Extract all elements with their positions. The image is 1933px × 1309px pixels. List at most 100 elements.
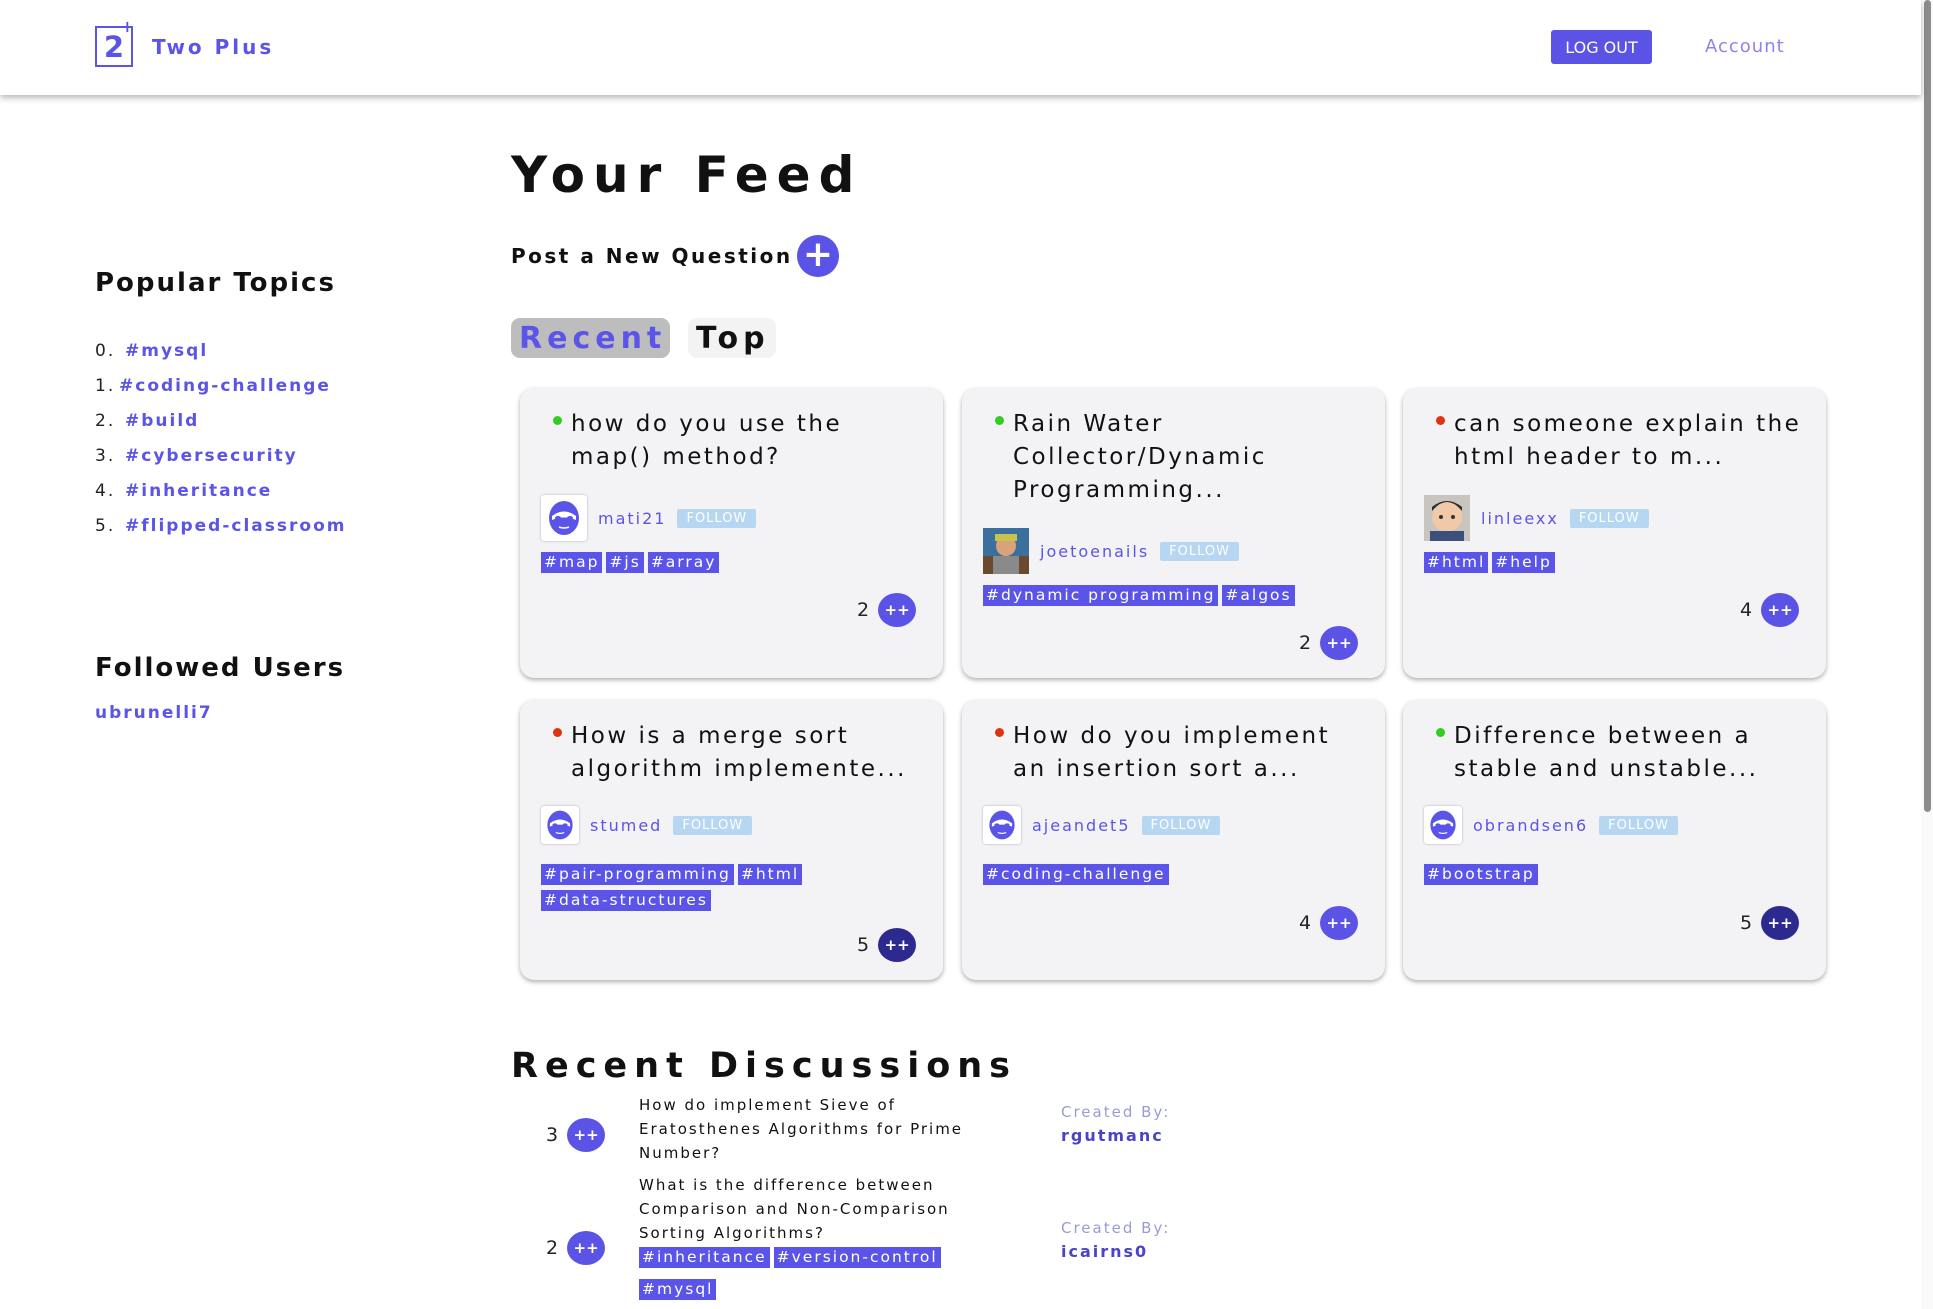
topic-item: 1. #coding-challenge: [95, 368, 346, 403]
topic-link[interactable]: #inheritance: [125, 481, 272, 501]
tag[interactable]: #html: [737, 864, 803, 885]
tag[interactable]: #help: [1492, 552, 1555, 573]
add-question-button[interactable]: +: [797, 235, 839, 277]
vote-control: 4 ++: [1299, 906, 1359, 940]
question-card[interactable]: can someone explain the html header to m…: [1403, 388, 1826, 678]
tag[interactable]: #version-control: [773, 1247, 941, 1268]
vote-count: 4: [1299, 912, 1312, 934]
upvote-button[interactable]: ++: [878, 928, 917, 962]
vote-control: 3 ++: [546, 1118, 606, 1152]
follow-button[interactable]: FOLLOW: [1141, 815, 1221, 835]
tag[interactable]: #dynamic programming: [983, 585, 1219, 606]
question-title[interactable]: How do you implement an insertion sort a…: [1013, 720, 1368, 786]
follow-button[interactable]: FOLLOW: [673, 815, 753, 835]
tab-top[interactable]: Top: [688, 318, 776, 358]
logo-plus: +: [120, 17, 134, 36]
upvote-button[interactable]: ++: [567, 1118, 606, 1152]
tag[interactable]: #bootstrap: [1424, 864, 1538, 885]
creator-link[interactable]: icairns0: [1061, 1242, 1148, 1261]
tag[interactable]: #array: [647, 552, 720, 573]
author-row: mati21 FOLLOW: [541, 495, 757, 541]
upvote-button[interactable]: ++: [878, 593, 917, 627]
tag[interactable]: #algos: [1222, 585, 1295, 606]
discussion-title[interactable]: What is the difference between Compariso…: [639, 1173, 1009, 1245]
author-name[interactable]: mati21: [598, 509, 666, 528]
question-card[interactable]: How is a merge sort algorithm implemente…: [520, 700, 943, 980]
topic-link[interactable]: #coding-challenge: [119, 376, 331, 396]
author-row: stumed FOLLOW: [541, 806, 753, 844]
topic-item: 5. #flipped-classroom: [95, 508, 346, 543]
question-title[interactable]: Rain Water Collector/Dynamic Programming…: [1013, 408, 1368, 507]
question-card[interactable]: Rain Water Collector/Dynamic Programming…: [962, 388, 1385, 678]
topic-number: 0.: [95, 340, 116, 361]
user-photo[interactable]: [1424, 495, 1470, 541]
vote-control: 5 ++: [1740, 906, 1800, 940]
question-card[interactable]: Difference between a stable and unstable…: [1403, 700, 1826, 980]
tag[interactable]: #data-structures: [541, 890, 711, 911]
question-title[interactable]: How is a merge sort algorithm implemente…: [571, 720, 926, 786]
follow-button[interactable]: FOLLOW: [1160, 541, 1239, 561]
top-nav-bar: 2 + Two Plus LOG OUT Account: [0, 0, 1921, 95]
vote-count: 2: [1299, 632, 1312, 654]
question-title[interactable]: Difference between a stable and unstable…: [1454, 720, 1809, 786]
tag-list: #coding-challenge: [983, 864, 1373, 885]
topic-link[interactable]: #mysql: [125, 341, 208, 361]
topic-link[interactable]: #build: [125, 411, 199, 431]
follow-button[interactable]: FOLLOW: [1599, 815, 1678, 835]
upvote-button[interactable]: ++: [1761, 906, 1800, 940]
upvote-button[interactable]: ++: [1761, 593, 1800, 627]
tag-list: #map #js #array: [541, 552, 931, 573]
author-name[interactable]: joetoenails: [1040, 542, 1149, 561]
upvote-button[interactable]: ++: [1320, 626, 1359, 660]
follow-button[interactable]: FOLLOW: [677, 508, 757, 528]
creator-link[interactable]: rgutmanc: [1061, 1126, 1164, 1145]
status-dot: [1436, 416, 1445, 425]
vote-control: 2 ++: [1299, 626, 1359, 660]
question-card[interactable]: how do you use the map() method? mati21 …: [520, 388, 943, 678]
tag-list: #inheritance #version-control #mysql: [639, 1247, 979, 1300]
user-photo[interactable]: [983, 528, 1029, 574]
tag[interactable]: #mysql: [639, 1279, 717, 1300]
question-title[interactable]: how do you use the map() method?: [571, 408, 926, 474]
status-dot: [995, 416, 1004, 425]
follow-button[interactable]: FOLLOW: [1569, 508, 1649, 528]
vote-count: 5: [1740, 912, 1753, 934]
author-name[interactable]: ajeandet5: [1032, 816, 1131, 835]
topic-number: 4.: [95, 480, 116, 501]
tab-recent[interactable]: Recent: [511, 318, 670, 358]
tag[interactable]: #js: [606, 552, 644, 573]
tag-list: #bootstrap: [1424, 864, 1814, 885]
topic-number: 3.: [95, 445, 116, 466]
anon-mask-icon[interactable]: [983, 806, 1021, 844]
question-title[interactable]: can someone explain the html header to m…: [1454, 408, 1809, 474]
author-name[interactable]: obrandsen6: [1473, 816, 1588, 835]
tag[interactable]: #pair-programming: [541, 864, 734, 885]
logo-icon[interactable]: 2 +: [95, 19, 134, 67]
anon-mask-icon[interactable]: [1424, 806, 1462, 844]
author-row: ajeandet5 FOLLOW: [983, 806, 1221, 844]
discussion-title[interactable]: How do implement Sieve of Eratosthenes A…: [639, 1093, 1009, 1165]
author-name[interactable]: linleexx: [1481, 509, 1559, 528]
topic-link[interactable]: #flipped-classroom: [125, 516, 346, 536]
anon-mask-icon[interactable]: [541, 495, 587, 541]
upvote-button[interactable]: ++: [567, 1231, 606, 1265]
author-name[interactable]: stumed: [590, 816, 662, 835]
discussion-row: 3 ++ How do implement Sieve of Eratosthe…: [511, 1093, 1211, 1163]
scrollbar-thumb[interactable]: [1924, 0, 1931, 812]
tag[interactable]: #html: [1424, 552, 1489, 573]
question-card[interactable]: How do you implement an insertion sort a…: [962, 700, 1385, 980]
followed-user-link[interactable]: ubrunelli7: [95, 703, 213, 723]
account-link[interactable]: Account: [1705, 36, 1785, 57]
logout-button[interactable]: LOG OUT: [1551, 30, 1652, 64]
tag[interactable]: #inheritance: [639, 1247, 770, 1268]
created-by-label: Created By:: [1061, 1219, 1171, 1237]
popular-topics-list: 0. #mysql 1. #coding-challenge 2. #build…: [95, 333, 346, 543]
tag[interactable]: #map: [541, 552, 603, 573]
brand-name[interactable]: Two Plus: [152, 35, 274, 59]
topic-link[interactable]: #cybersecurity: [125, 446, 298, 466]
anon-mask-icon[interactable]: [541, 806, 579, 844]
topic-number: 5.: [95, 515, 116, 536]
tag[interactable]: #coding-challenge: [983, 864, 1169, 885]
post-question-label: Post a New Question: [511, 244, 793, 268]
upvote-button[interactable]: ++: [1320, 906, 1359, 940]
